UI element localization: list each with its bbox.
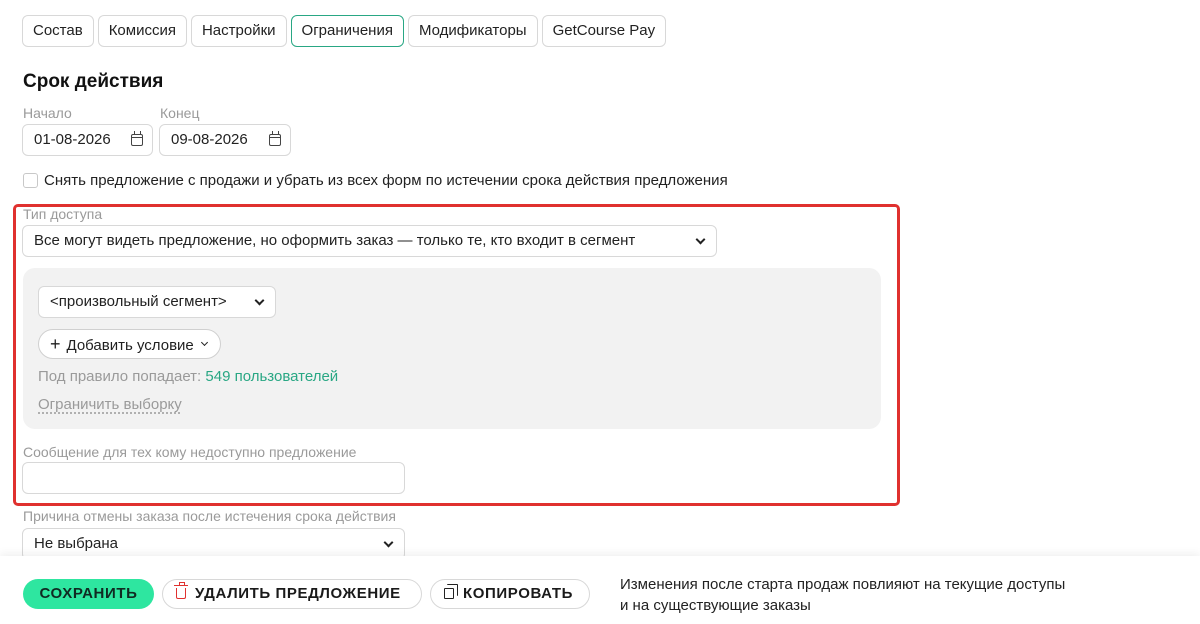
- end-date-value: 09-08-2026: [171, 131, 248, 148]
- limit-selection-link[interactable]: Ограничить выборку: [38, 396, 182, 413]
- sales-change-note-line2: и на существующие заказы: [620, 597, 811, 614]
- access-type-value: Все могут видеть предложение, но оформит…: [34, 232, 636, 249]
- plus-icon: +: [50, 334, 61, 354]
- tab-bar: Состав Комиссия Настройки Ограничения Мо…: [22, 15, 667, 47]
- chevron-down-icon: [254, 295, 265, 306]
- rule-user-count-link[interactable]: 549 пользователей: [205, 368, 338, 385]
- unavailable-message-label: Сообщение для тех кому недоступно предло…: [23, 444, 357, 460]
- chevron-down-icon: [695, 234, 706, 245]
- tab-getcourse-pay[interactable]: GetCourse Pay: [541, 15, 667, 47]
- save-button[interactable]: СОХРАНИТЬ: [23, 579, 154, 609]
- remove-offer-option: Снять предложение с продажи и убрать из …: [23, 172, 728, 189]
- unavailable-message-input[interactable]: [22, 462, 405, 494]
- tab-modifiers[interactable]: Модификаторы: [407, 15, 538, 47]
- add-condition-label: Добавить условие: [66, 337, 194, 354]
- calendar-icon[interactable]: [269, 131, 281, 146]
- copy-label: КОПИРОВАТЬ: [463, 585, 573, 602]
- start-date-label: Начало: [23, 105, 72, 121]
- end-date-label: Конец: [160, 105, 200, 121]
- rule-prefix: Под правило попадает:: [38, 368, 202, 385]
- section-title-validity: Срок действия: [23, 71, 164, 92]
- start-date-value: 01-08-2026: [34, 131, 111, 148]
- add-condition-button[interactable]: + Добавить условие: [38, 329, 221, 359]
- tab-commission[interactable]: Комиссия: [97, 15, 187, 47]
- tab-composition[interactable]: Состав: [22, 15, 94, 47]
- start-date-field[interactable]: 01-08-2026: [22, 124, 153, 156]
- remove-offer-checkbox[interactable]: [23, 173, 38, 188]
- cancel-reason-value: Не выбрана: [34, 535, 118, 552]
- remove-offer-checkbox-label[interactable]: Снять предложение с продажи и убрать из …: [44, 172, 728, 189]
- access-type-label: Тип доступа: [23, 206, 103, 222]
- segment-select[interactable]: <произвольный сегмент>: [38, 286, 276, 318]
- access-type-select[interactable]: Все могут видеть предложение, но оформит…: [22, 225, 717, 257]
- chevron-down-icon: [200, 338, 208, 347]
- calendar-icon[interactable]: [131, 131, 143, 146]
- rule-match-info: Под правило попадает: 549 пользователей: [38, 368, 338, 385]
- delete-offer-label: УДАЛИТЬ ПРЕДЛОЖЕНИЕ: [195, 585, 401, 602]
- chevron-down-icon: [383, 537, 394, 548]
- end-date-field[interactable]: 09-08-2026: [159, 124, 291, 156]
- trash-icon: [174, 582, 188, 599]
- sales-change-note-line1: Изменения после старта продаж повлияют н…: [620, 576, 1066, 593]
- cancel-reason-label: Причина отмены заказа после истечения ср…: [23, 508, 396, 524]
- delete-offer-button[interactable]: УДАЛИТЬ ПРЕДЛОЖЕНИЕ: [162, 579, 422, 609]
- tab-restrictions[interactable]: Ограничения: [290, 15, 404, 47]
- segment-value: <произвольный сегмент>: [50, 293, 227, 310]
- copy-icon: [444, 584, 458, 599]
- copy-button[interactable]: КОПИРОВАТЬ: [430, 579, 590, 609]
- sales-change-note: Изменения после старта продаж повлияют н…: [620, 574, 1065, 616]
- tab-settings[interactable]: Настройки: [190, 15, 287, 47]
